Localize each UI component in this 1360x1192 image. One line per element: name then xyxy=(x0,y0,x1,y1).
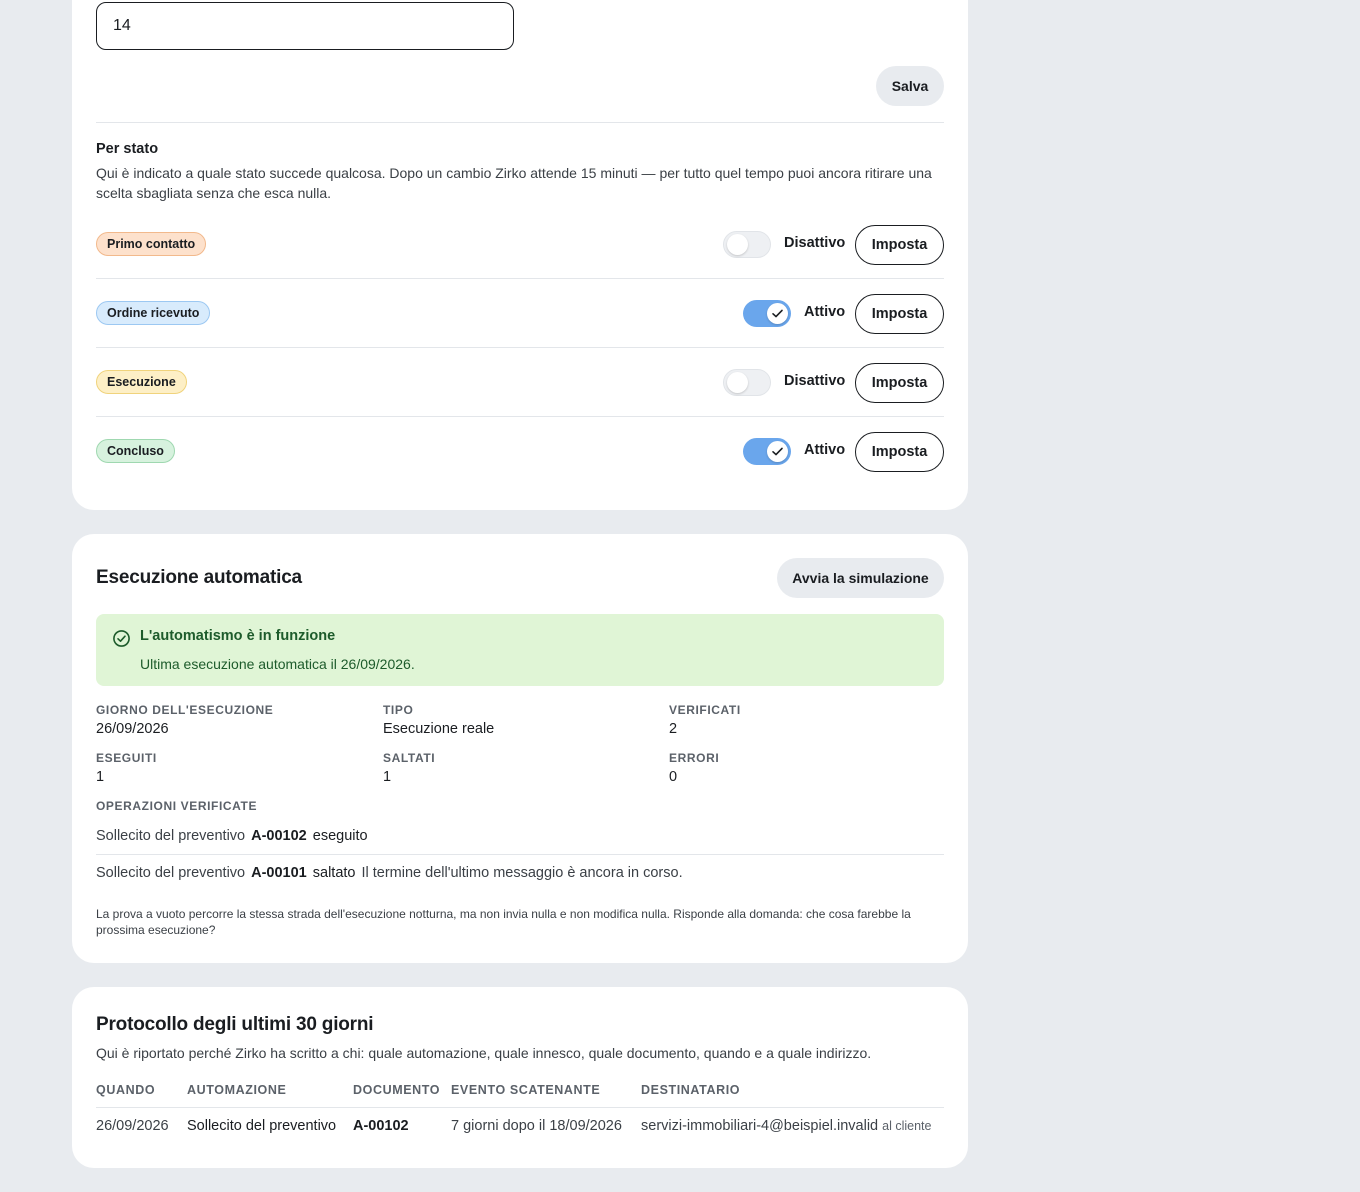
configure-button[interactable]: Imposta xyxy=(855,225,944,265)
dry-run-note: La prova a vuoto percorre la stessa stra… xyxy=(96,907,911,937)
operations-label: OPERAZIONI VERIFICATE xyxy=(96,799,258,813)
stat-value: 2 xyxy=(669,721,678,737)
status-toggle[interactable] xyxy=(743,438,791,465)
configure-button[interactable]: Imposta xyxy=(855,432,944,472)
recipient-note: al cliente xyxy=(882,1119,932,1133)
stat-value: 0 xyxy=(669,769,678,785)
toggle-knob xyxy=(767,441,788,462)
configure-button[interactable]: Imposta xyxy=(855,363,944,403)
status-row-ordine-ricevuto: Ordine ricevuto Attivo Imposta xyxy=(96,279,944,348)
cell-automation: Sollecito del preventivo xyxy=(187,1118,337,1134)
operation-reason: Il termine dell'ultimo messaggio è ancor… xyxy=(361,865,683,881)
toggle-knob xyxy=(727,372,748,393)
status-state-label: Disattivo xyxy=(784,235,846,251)
status-badge: Ordine ricevuto xyxy=(96,301,211,325)
protocol-title: Protocollo degli ultimi 30 giorni xyxy=(96,1014,374,1035)
status-row-concluso: Concluso Attivo Imposta xyxy=(96,417,944,486)
column-header-automation: AUTOMAZIONE xyxy=(187,1083,287,1097)
status-row-esecuzione: Esecuzione Disattivo Imposta xyxy=(96,348,944,417)
check-icon xyxy=(772,447,783,456)
status-row-primo-contatto: Primo contatto Disattivo Imposta xyxy=(96,210,944,279)
stat-label: ESEGUITI xyxy=(96,751,157,765)
operation-item: Sollecito del preventivo A-00102 eseguito xyxy=(96,828,374,844)
cell-when: 26/09/2026 xyxy=(96,1118,169,1134)
check-icon xyxy=(772,309,783,318)
operation-type: Sollecito del preventivo xyxy=(96,828,246,844)
stat-value: 1 xyxy=(383,769,392,785)
status-badge: Primo contatto xyxy=(96,232,207,256)
status-badge: Esecuzione xyxy=(96,370,187,394)
status-toggle[interactable] xyxy=(743,300,791,327)
recipient-email: servizi-immobiliari-4@beispiel.invalid xyxy=(641,1118,879,1134)
status-toggle[interactable] xyxy=(723,369,771,396)
stat-label: SALTATI xyxy=(383,751,436,765)
column-header-trigger: EVENTO SCATENANTE xyxy=(451,1083,601,1097)
operation-doc: A-00101 xyxy=(251,865,307,881)
operation-type: Sollecito del preventivo xyxy=(96,865,246,881)
divider xyxy=(96,122,944,123)
per-stato-description: Qui è indicato a quale stato succede qua… xyxy=(96,165,932,201)
stat-label: TIPO xyxy=(383,703,414,717)
alert-text: Ultima esecuzione automatica il 26/09/20… xyxy=(140,656,415,672)
stat-value: 26/09/2026 xyxy=(96,721,169,737)
column-header-document: DOCUMENTO xyxy=(353,1083,441,1097)
stat-label: ERRORI xyxy=(669,751,720,765)
operation-status: eseguito xyxy=(312,828,368,844)
status-toggle[interactable] xyxy=(723,231,771,258)
configure-button[interactable]: Imposta xyxy=(855,294,944,334)
automatic-run-title: Esecuzione automatica xyxy=(96,567,302,588)
toggle-knob xyxy=(767,303,788,324)
alert-title: L'automatismo è in funzione xyxy=(140,628,336,644)
divider xyxy=(96,854,944,855)
cell-recipient: servizi-immobiliari-4@beispiel.invalid al… xyxy=(641,1118,931,1134)
divider xyxy=(96,1107,944,1108)
protocol-card: Protocollo degli ultimi 30 giorni Qui è … xyxy=(72,987,968,1168)
status-state-label: Attivo xyxy=(804,442,846,458)
cell-document: A-00102 xyxy=(353,1118,409,1134)
per-stato-title: Per stato xyxy=(96,141,159,157)
protocol-description: Qui è riportato perché Zirko ha scritto … xyxy=(96,1045,872,1061)
status-alert: L'automatismo è in funzione Ultima esecu… xyxy=(96,614,944,686)
column-header-when: QUANDO xyxy=(96,1083,156,1097)
status-state-label: Attivo xyxy=(804,304,846,320)
days-input[interactable] xyxy=(96,2,514,50)
check-circle-icon xyxy=(113,630,130,647)
status-state-label: Disattivo xyxy=(784,373,846,389)
automatic-run-card: Esecuzione automatica Avvia la simulazio… xyxy=(72,534,968,963)
operation-doc: A-00102 xyxy=(251,828,307,844)
operation-item: Sollecito del preventivo A-00101 saltato Il… xyxy=(96,865,683,881)
stat-label: GIORNO DELL'ESECUZIONE xyxy=(96,703,274,717)
column-header-recipient: DESTINATARIO xyxy=(641,1083,741,1097)
status-badge: Concluso xyxy=(96,439,175,463)
save-button[interactable]: Salva xyxy=(876,66,944,106)
stat-value: 1 xyxy=(96,769,105,785)
stat-label: VERIFICATI xyxy=(669,703,741,717)
simulate-button[interactable]: Avvia la simulazione xyxy=(777,558,944,598)
operation-status: saltato xyxy=(312,865,356,881)
stat-value: Esecuzione reale xyxy=(383,721,495,737)
triggers-card: Salva Per stato Qui è indicato a quale s… xyxy=(72,0,968,510)
cell-trigger: 7 giorni dopo il 18/09/2026 xyxy=(451,1118,622,1134)
toggle-knob xyxy=(727,234,748,255)
